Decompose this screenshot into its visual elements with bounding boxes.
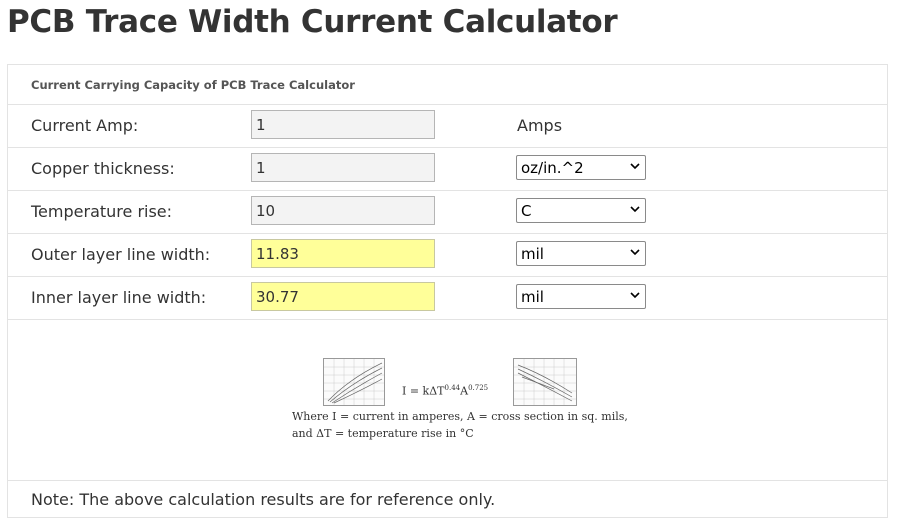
current-graph-image bbox=[323, 358, 385, 406]
formula-description-line2: and ΔT = temperature rise in °C bbox=[292, 427, 474, 440]
outer-layer-label: Outer layer line width: bbox=[31, 245, 211, 264]
chevron-down-icon bbox=[630, 292, 640, 299]
temperature-rise-input[interactable] bbox=[251, 196, 435, 225]
chevron-down-icon bbox=[630, 249, 640, 256]
copper-thickness-unit-select[interactable]: oz/in.^2 bbox=[516, 155, 646, 180]
temperature-unit-value: C bbox=[521, 202, 532, 220]
copper-thickness-input[interactable] bbox=[251, 153, 435, 182]
outer-layer-unit-select[interactable]: mil bbox=[516, 241, 646, 266]
chevron-down-icon bbox=[630, 206, 640, 213]
disclaimer-note: Note: The above calculation results are … bbox=[31, 490, 496, 509]
current-amp-unit: Amps bbox=[517, 116, 563, 135]
outer-layer-width-output[interactable] bbox=[251, 239, 435, 268]
temperature-rise-label: Temperature rise: bbox=[31, 202, 173, 221]
copper-thickness-row: Copper thickness: oz/in.^2 bbox=[8, 147, 887, 191]
chevron-down-icon bbox=[630, 163, 640, 170]
formula-text: I = kΔT0.44A0.725 bbox=[402, 384, 489, 398]
formula-illustration: I = kΔT0.44A0.725 Where I = current in a… bbox=[8, 318, 887, 481]
inner-layer-unit-select[interactable]: mil bbox=[516, 284, 646, 309]
current-amp-row: Current Amp: Amps bbox=[8, 104, 887, 148]
inner-layer-unit-value: mil bbox=[521, 288, 544, 306]
inner-layer-label: Inner layer line width: bbox=[31, 288, 207, 307]
calculator-header: Current Carrying Capacity of PCB Trace C… bbox=[8, 65, 887, 105]
current-amp-label: Current Amp: bbox=[31, 116, 139, 135]
current-amp-input[interactable] bbox=[251, 110, 435, 139]
note-row: Note: The above calculation results are … bbox=[8, 480, 887, 518]
page-title: PCB Trace Width Current Calculator bbox=[7, 4, 618, 40]
inner-layer-row: Inner layer line width: mil bbox=[8, 276, 887, 320]
formula-description-line1: Where I = current in amperes, A = cross … bbox=[292, 410, 628, 423]
calculator-header-text: Current Carrying Capacity of PCB Trace C… bbox=[31, 78, 355, 92]
outer-layer-row: Outer layer line width: mil bbox=[8, 233, 887, 277]
copper-thickness-label: Copper thickness: bbox=[31, 159, 175, 178]
inner-layer-width-output[interactable] bbox=[251, 282, 435, 311]
temperature-rise-row: Temperature rise: C bbox=[8, 190, 887, 234]
temperature-unit-select[interactable]: C bbox=[516, 198, 646, 223]
calculator-panel: Current Carrying Capacity of PCB Trace C… bbox=[7, 64, 888, 518]
outer-layer-unit-value: mil bbox=[521, 245, 544, 263]
temperature-graph-image bbox=[513, 358, 577, 406]
copper-thickness-unit-value: oz/in.^2 bbox=[521, 159, 584, 177]
